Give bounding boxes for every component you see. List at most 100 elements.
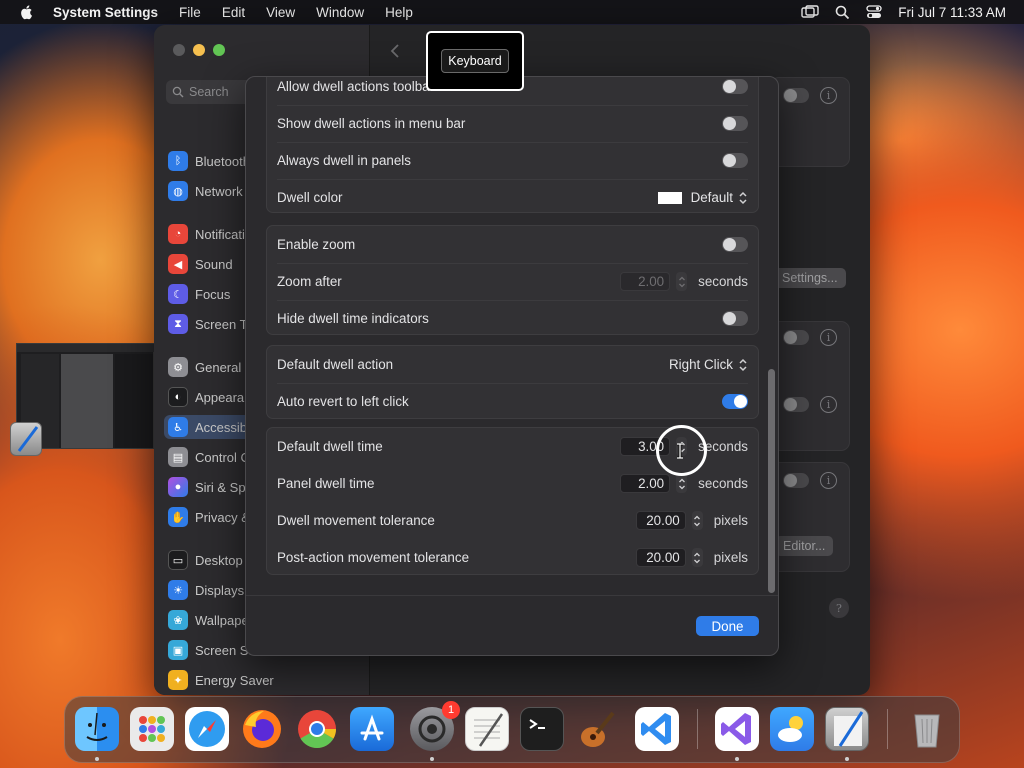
dwell-movement-tolerance-stepper[interactable] bbox=[691, 511, 703, 530]
row-label: Dwell color bbox=[277, 190, 343, 205]
default-dwell-action-popup[interactable]: Right Click bbox=[669, 357, 748, 373]
sidebar-item-energy-saver[interactable]: ✦ Energy Saver bbox=[168, 668, 358, 692]
sidebar-item-label: Network bbox=[195, 183, 243, 199]
info-icon[interactable]: i bbox=[820, 396, 837, 413]
dwell-color-popup[interactable]: Default bbox=[657, 190, 748, 206]
dwell-toolbar-group: Allow dwell actions toolbar Show dwell a… bbox=[266, 77, 759, 216]
menu-view[interactable]: View bbox=[266, 5, 295, 20]
show-dwell-menu-bar-toggle[interactable] bbox=[722, 116, 748, 131]
dock-separator bbox=[887, 709, 888, 749]
moon-icon: ☾ bbox=[168, 284, 188, 304]
bell-icon: ◔ bbox=[168, 224, 188, 244]
appstore-icon[interactable] bbox=[350, 707, 394, 751]
always-dwell-panels-toggle[interactable] bbox=[722, 153, 748, 168]
zoom-after-stepper[interactable] bbox=[676, 272, 688, 291]
info-icon[interactable]: i bbox=[820, 87, 837, 104]
row-always-dwell-panels: Always dwell in panels bbox=[277, 142, 748, 179]
garageband-icon[interactable] bbox=[575, 707, 619, 751]
row-label: Auto revert to left click bbox=[277, 394, 409, 409]
post-action-tolerance-stepper[interactable] bbox=[691, 548, 703, 567]
row-dwell-color: Dwell color Default bbox=[277, 179, 748, 216]
menu-edit[interactable]: Edit bbox=[222, 5, 245, 20]
row-label: Enable zoom bbox=[277, 237, 356, 252]
trash-icon[interactable] bbox=[905, 707, 949, 751]
bulb-icon: ✦ bbox=[168, 670, 188, 690]
sidebar-item-label: Focus bbox=[195, 286, 231, 302]
safari-icon[interactable] bbox=[185, 707, 229, 751]
terminal-icon[interactable] bbox=[520, 707, 564, 751]
gear-icon: ⚙ bbox=[168, 357, 188, 377]
search-icon bbox=[172, 86, 184, 98]
background-toggle bbox=[783, 88, 809, 103]
firefox-icon[interactable] bbox=[240, 707, 284, 751]
spotlight-search-icon[interactable] bbox=[835, 5, 850, 20]
info-icon[interactable]: i bbox=[820, 472, 837, 489]
accessibility-icon: ♿ bbox=[168, 417, 188, 437]
wallpaper-icon: ❀ bbox=[168, 610, 188, 630]
visual-studio-icon[interactable] bbox=[715, 707, 759, 751]
vscode-icon[interactable] bbox=[635, 707, 679, 751]
close-button[interactable] bbox=[173, 44, 185, 56]
dwell-movement-tolerance-field[interactable]: 20.00 bbox=[635, 511, 686, 530]
unit-label: seconds bbox=[698, 274, 748, 289]
control-centre-icon[interactable] bbox=[866, 5, 882, 19]
panel-dwell-time-stepper[interactable] bbox=[676, 474, 688, 493]
menu-bar: System Settings File Edit View Window He… bbox=[0, 0, 1024, 24]
weather-icon[interactable] bbox=[770, 707, 814, 751]
settings-button[interactable]: Settings... bbox=[774, 268, 846, 288]
zoom-after-field[interactable]: 2.00 bbox=[620, 272, 671, 291]
enable-zoom-toggle[interactable] bbox=[722, 237, 748, 252]
hand-icon: ✋ bbox=[168, 507, 188, 527]
zoom-button[interactable] bbox=[213, 44, 225, 56]
chrome-icon[interactable] bbox=[295, 707, 339, 751]
active-app-name[interactable]: System Settings bbox=[53, 5, 158, 20]
done-button[interactable]: Done bbox=[696, 616, 759, 636]
background-toggle bbox=[783, 330, 809, 345]
system-settings-icon[interactable]: 1 bbox=[410, 701, 460, 751]
updown-chevron-icon bbox=[739, 191, 747, 204]
auto-revert-toggle[interactable] bbox=[722, 394, 748, 409]
screen-mirroring-icon[interactable] bbox=[801, 5, 819, 19]
sheet-scrollbar[interactable] bbox=[768, 369, 775, 593]
row-label: Hide dwell time indicators bbox=[277, 311, 429, 326]
row-label: Post-action movement tolerance bbox=[277, 550, 470, 565]
panel-dwell-time-field[interactable]: 2.00 bbox=[620, 474, 671, 493]
post-action-tolerance-field[interactable]: 20.00 bbox=[635, 548, 686, 567]
dock: 1 bbox=[64, 696, 960, 763]
screensaver-icon: ▣ bbox=[168, 640, 188, 660]
minimize-button[interactable] bbox=[193, 44, 205, 56]
launchpad-icon[interactable] bbox=[130, 707, 174, 751]
menu-file[interactable]: File bbox=[179, 5, 201, 20]
window-controls bbox=[173, 44, 225, 56]
row-label: Always dwell in panels bbox=[277, 153, 411, 168]
textedit-icon[interactable] bbox=[465, 707, 509, 751]
text-cursor-icon bbox=[677, 443, 683, 459]
editor-button[interactable]: Editor... bbox=[775, 536, 834, 556]
sun-icon: ☀ bbox=[168, 580, 188, 600]
color-swatch bbox=[657, 191, 682, 204]
row-post-action-tolerance: Post-action movement tolerance 20.00 pix… bbox=[277, 539, 748, 576]
control-centre-icon: ▤ bbox=[168, 447, 188, 467]
hide-dwell-indicators-toggle[interactable] bbox=[722, 311, 748, 326]
back-arrow-icon[interactable] bbox=[390, 43, 400, 59]
menu-bar-clock[interactable]: Fri Jul 7 11:33 AM bbox=[898, 5, 1006, 20]
unit-label: pixels bbox=[713, 550, 748, 565]
allow-dwell-toolbar-toggle[interactable] bbox=[722, 79, 748, 94]
menu-help[interactable]: Help bbox=[385, 5, 413, 20]
search-placeholder: Search bbox=[189, 85, 229, 99]
menu-window[interactable]: Window bbox=[316, 5, 364, 20]
background-card bbox=[770, 77, 850, 167]
info-icon[interactable]: i bbox=[820, 329, 837, 346]
finder-icon[interactable] bbox=[75, 707, 119, 751]
row-label: Panel dwell time bbox=[277, 476, 375, 491]
row-hide-dwell-indicators: Hide dwell time indicators bbox=[277, 300, 748, 337]
sidebar-item-label: Energy Saver bbox=[195, 672, 274, 688]
row-label: Zoom after bbox=[277, 274, 342, 289]
apple-icon[interactable] bbox=[19, 4, 35, 20]
running-indicator bbox=[845, 757, 849, 761]
row-zoom-after: Zoom after 2.00 seconds bbox=[277, 263, 748, 300]
help-icon[interactable]: ? bbox=[829, 598, 849, 618]
settings-button-label: Settings... bbox=[782, 271, 838, 285]
row-label: Default dwell action bbox=[277, 357, 394, 372]
script-editor-icon[interactable] bbox=[825, 707, 869, 751]
